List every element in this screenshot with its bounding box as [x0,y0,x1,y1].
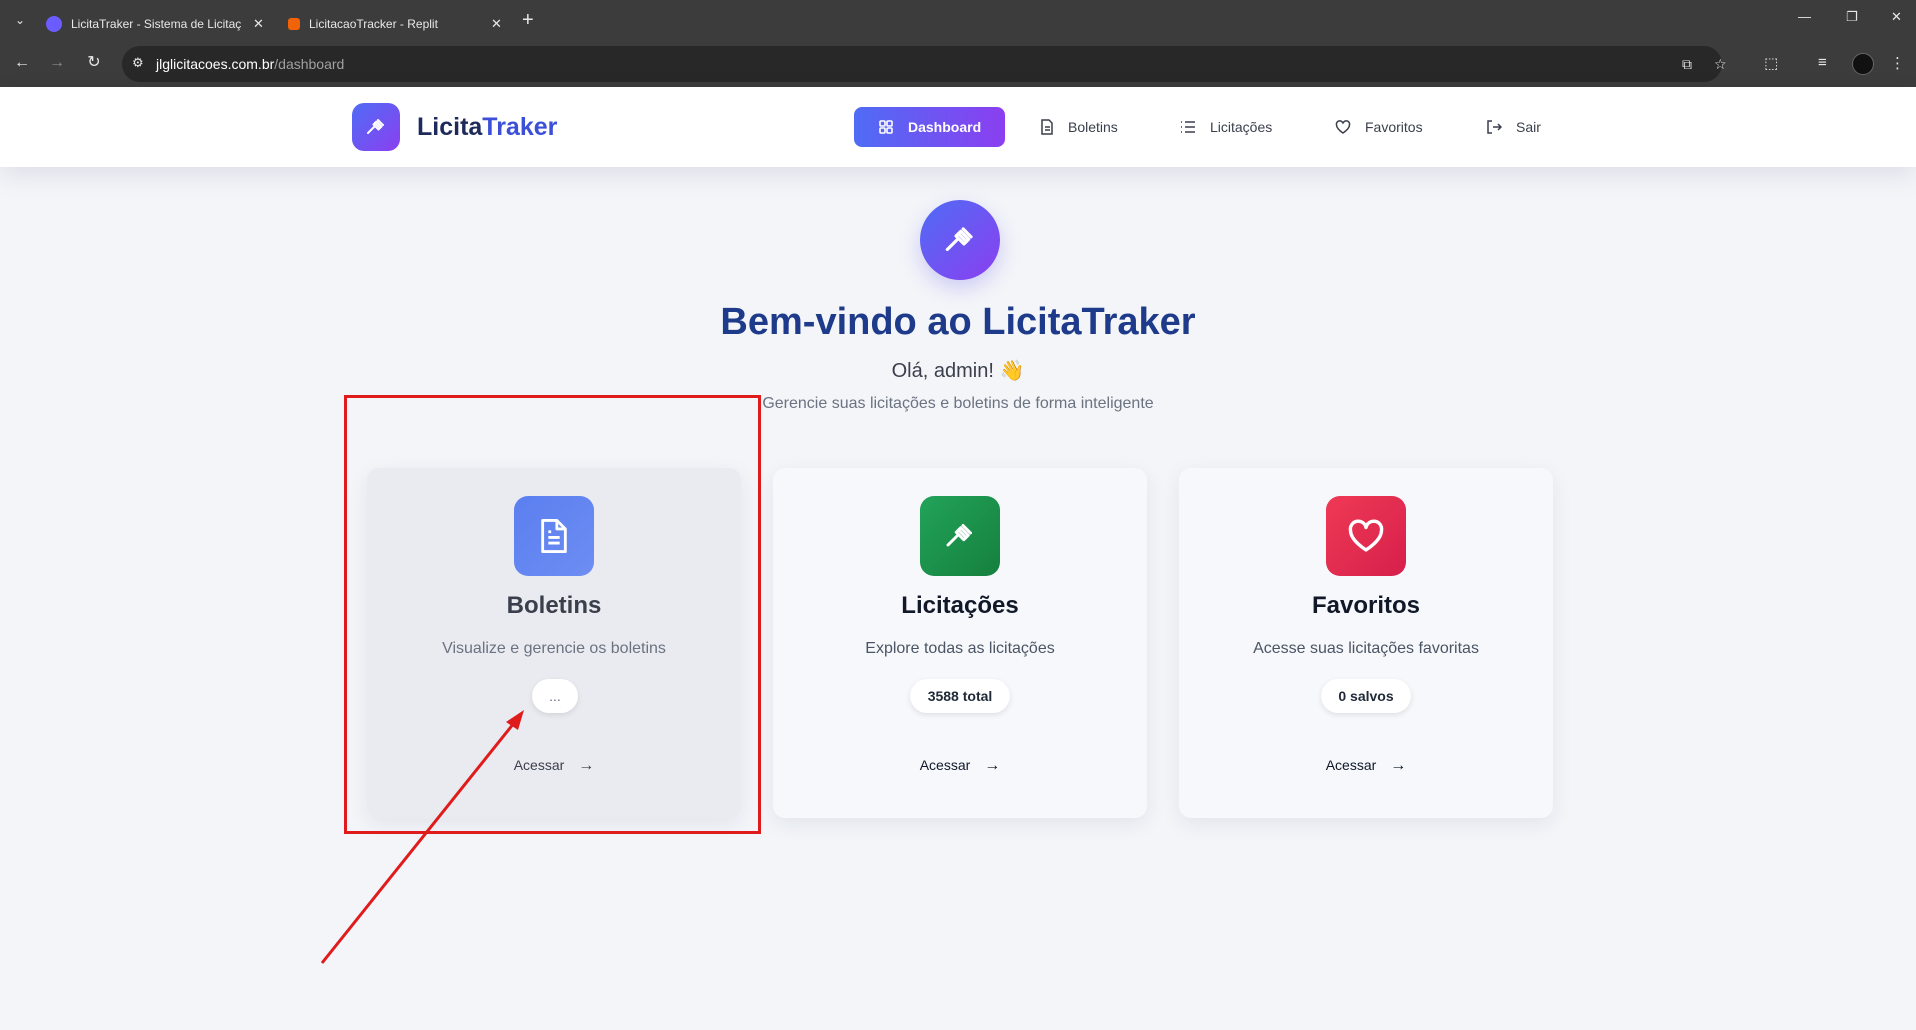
annotation-arrow [320,710,524,964]
